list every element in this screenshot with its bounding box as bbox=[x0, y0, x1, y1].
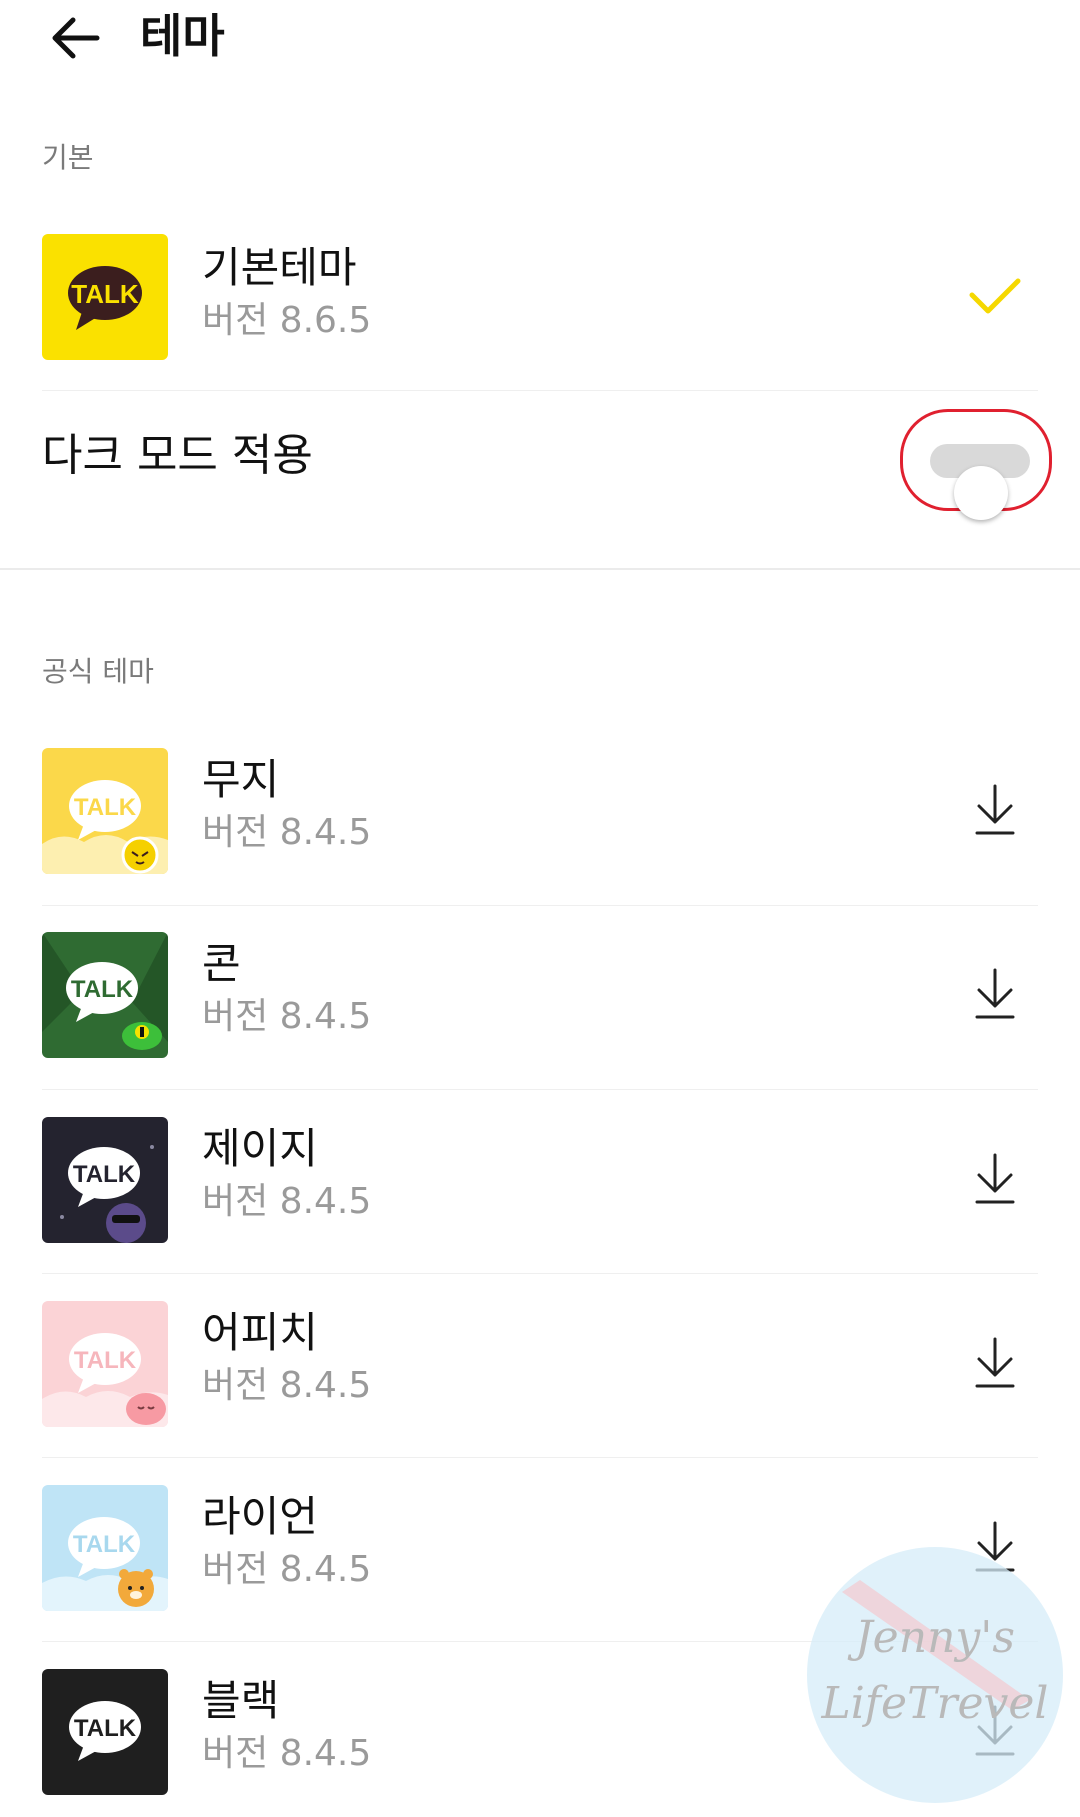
download-button[interactable] bbox=[955, 954, 1035, 1034]
thumb-talk-text: TALK bbox=[71, 279, 139, 309]
theme-name: 어피치 bbox=[202, 1308, 318, 1357]
selected-check bbox=[955, 256, 1035, 336]
watermark-line2: LifeTrevel bbox=[820, 1678, 1048, 1729]
apeach-theme-thumbnail: TALK bbox=[42, 1301, 168, 1427]
watermark-logo: Jenny's LifeTrevel bbox=[800, 1540, 1070, 1810]
theme-item-apeach[interactable]: TALK 어피치 버전 8.4.5 bbox=[0, 1301, 1080, 1451]
dark-mode-toggle[interactable] bbox=[930, 444, 1030, 520]
muzi-theme-thumbnail: TALK bbox=[42, 748, 168, 874]
arrow-left-icon bbox=[52, 17, 100, 59]
download-icon bbox=[975, 1153, 1015, 1204]
divider bbox=[42, 1457, 1038, 1458]
app-header: 테마 bbox=[0, 0, 1080, 80]
download-icon bbox=[975, 784, 1015, 835]
divider bbox=[42, 1273, 1038, 1274]
thumb-talk-text: TALK bbox=[74, 1347, 137, 1374]
download-icon bbox=[975, 968, 1015, 1019]
thumb-talk-text: TALK bbox=[73, 1161, 136, 1188]
theme-name: 기본테마 bbox=[202, 243, 357, 292]
theme-name: 무지 bbox=[202, 755, 280, 804]
theme-name: 블랙 bbox=[202, 1676, 280, 1725]
dark-mode-highlight bbox=[900, 409, 1052, 520]
con-theme-thumbnail: TALK bbox=[42, 932, 168, 1058]
theme-item-con[interactable]: TALK 콘 버전 8.4.5 bbox=[0, 932, 1080, 1082]
theme-version: 버전 8.4.5 bbox=[202, 1733, 372, 1774]
thumb-talk-text: TALK bbox=[74, 794, 137, 821]
theme-version: 버전 8.4.5 bbox=[202, 1365, 372, 1406]
section-label-official: 공식 테마 bbox=[42, 655, 154, 688]
theme-name: 콘 bbox=[202, 939, 241, 988]
download-button[interactable] bbox=[955, 770, 1035, 850]
section-label-basic: 기본 bbox=[42, 141, 94, 174]
thumb-talk-text: TALK bbox=[71, 976, 134, 1003]
toggle-knob bbox=[954, 466, 1008, 520]
theme-version: 버전 8.4.5 bbox=[202, 812, 372, 853]
black-theme-thumbnail: TALK bbox=[42, 1669, 168, 1795]
theme-version: 버전 8.6.5 bbox=[202, 300, 372, 341]
theme-name: 라이언 bbox=[202, 1492, 318, 1541]
thumb-talk-text: TALK bbox=[74, 1715, 137, 1742]
jayg-theme-thumbnail: TALK bbox=[42, 1117, 168, 1243]
ryan-theme-thumbnail: TALK bbox=[42, 1485, 168, 1611]
divider bbox=[42, 905, 1038, 906]
dark-mode-label: 다크 모드 적용 bbox=[42, 430, 313, 481]
default-theme-thumbnail: TALK bbox=[42, 234, 168, 360]
theme-version: 버전 8.4.5 bbox=[202, 996, 372, 1037]
divider bbox=[42, 390, 1038, 391]
theme-version: 버전 8.4.5 bbox=[202, 1549, 372, 1590]
theme-item-default[interactable]: TALK 기본테마 버전 8.6.5 bbox=[0, 234, 1080, 384]
check-icon bbox=[969, 278, 1021, 314]
section-divider bbox=[0, 568, 1080, 570]
theme-name: 제이지 bbox=[202, 1124, 318, 1173]
watermark-line1: Jenny's bbox=[847, 1612, 1015, 1663]
page-title: 테마 bbox=[140, 9, 225, 63]
divider bbox=[42, 1089, 1038, 1090]
theme-version: 버전 8.4.5 bbox=[202, 1181, 372, 1222]
back-button[interactable] bbox=[40, 8, 110, 68]
download-button[interactable] bbox=[955, 1323, 1035, 1403]
download-button[interactable] bbox=[955, 1139, 1035, 1219]
theme-item-muzi[interactable]: TALK 무지 버전 8.4.5 bbox=[0, 748, 1080, 898]
thumb-talk-text: TALK bbox=[73, 1531, 136, 1558]
download-icon bbox=[975, 1337, 1015, 1388]
theme-item-jayg[interactable]: TALK 제이지 버전 8.4.5 bbox=[0, 1117, 1080, 1267]
